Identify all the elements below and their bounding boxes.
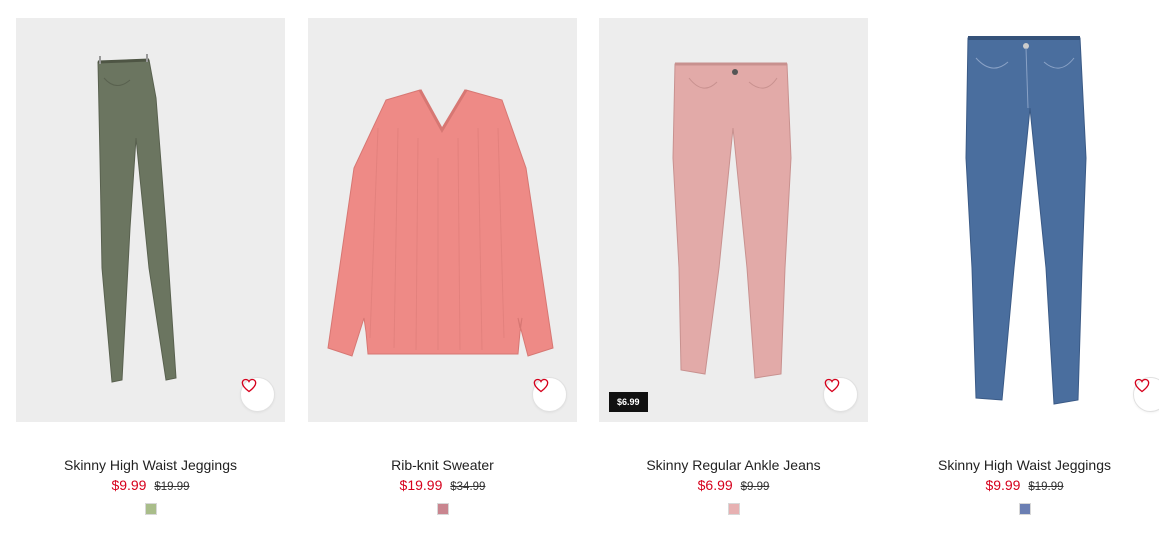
- pants-image: [97, 54, 177, 383]
- sale-price: $19.99: [399, 477, 443, 493]
- original-price: $19.99: [1028, 481, 1064, 493]
- product-title[interactable]: Skinny High Waist Jeggings: [16, 457, 285, 473]
- heart-icon: [1134, 378, 1150, 393]
- original-price: $19.99: [154, 481, 190, 493]
- jeans-image: [965, 36, 1087, 405]
- heart-icon: [241, 378, 257, 393]
- color-swatch[interactable]: [1018, 503, 1031, 515]
- price-badge: $6.99: [609, 392, 648, 412]
- heart-icon: [824, 378, 840, 393]
- product-image[interactable]: [308, 18, 577, 422]
- pants-image: [672, 62, 792, 379]
- color-swatch[interactable]: [144, 503, 157, 515]
- sale-price: $9.99: [111, 477, 147, 493]
- favorite-button[interactable]: [823, 377, 858, 412]
- product-title[interactable]: Skinny High Waist Jeggings: [890, 457, 1159, 473]
- product-image[interactable]: [890, 18, 1159, 422]
- product-title[interactable]: Rib-knit Sweater: [308, 457, 577, 473]
- heart-icon: [533, 378, 549, 393]
- original-price: $34.99: [450, 481, 486, 493]
- product-image[interactable]: $6.99: [599, 18, 868, 422]
- sale-price: $6.99: [697, 477, 733, 493]
- sweater-image: [327, 89, 554, 357]
- product-card[interactable]: Rib-knit Sweater $19.99 $34.99: [308, 18, 577, 520]
- color-swatch[interactable]: [436, 503, 449, 515]
- product-title[interactable]: Skinny Regular Ankle Jeans: [599, 457, 868, 473]
- sale-price: $9.99: [985, 477, 1021, 493]
- product-card[interactable]: Skinny High Waist Jeggings $9.99 $19.99: [890, 18, 1159, 520]
- product-card[interactable]: $6.99 Skinny Regular Ankle Jeans $6.99 $…: [599, 18, 868, 520]
- product-image[interactable]: [16, 18, 285, 422]
- product-card[interactable]: Skinny High Waist Jeggings $9.99 $19.99: [16, 18, 285, 520]
- favorite-button[interactable]: [532, 377, 567, 412]
- original-price: $9.99: [740, 481, 770, 493]
- favorite-button[interactable]: [240, 377, 275, 412]
- color-swatch[interactable]: [727, 503, 740, 515]
